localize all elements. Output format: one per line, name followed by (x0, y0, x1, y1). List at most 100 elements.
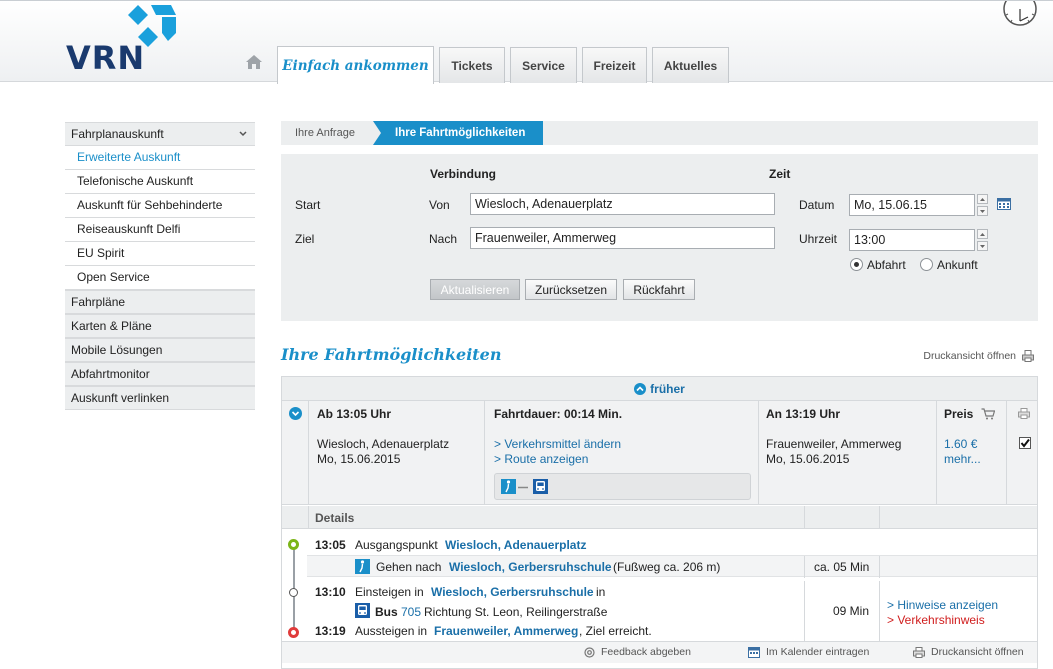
return-trip-button[interactable]: Rückfahrt (623, 279, 695, 300)
checkmark-icon (1020, 438, 1030, 448)
departure-stop: Wiesloch, Adenauerplatz (317, 437, 450, 451)
price-value[interactable]: 1.60 € (944, 437, 977, 451)
detail-text: Einsteigen in (355, 585, 424, 599)
time-up-icon[interactable] (977, 229, 988, 239)
breadcrumb-arrow (373, 121, 381, 145)
detail-row-start: 13:05 Ausgangspunkt Wiesloch, Adenauerpl… (282, 533, 1037, 555)
walk-stop-link[interactable]: Wiesloch, Gerbersruhschule (449, 560, 612, 574)
column-divider (758, 401, 759, 505)
sidebar-item-delfi[interactable]: Reiseauskunft Delfi (65, 218, 255, 242)
results-box: früher Ab 13:05 Uhr Wiesloch, Adenauerpl… (281, 376, 1038, 669)
sidebar-item-eu-spirit[interactable]: EU Spirit (65, 242, 255, 266)
sidebar-item-mobile[interactable]: Mobile Lösungen (65, 338, 255, 362)
chevron-down-icon[interactable] (289, 407, 302, 420)
select-checkbox[interactable] (1019, 437, 1031, 449)
column-divider (879, 556, 880, 578)
breadcrumb-step-anfrage[interactable]: Ihre Anfrage (281, 121, 373, 145)
print-icon[interactable] (1018, 408, 1030, 419)
tab-service[interactable]: Service (510, 47, 577, 83)
zeit-heading: Zeit (769, 167, 791, 181)
date-input[interactable] (849, 194, 975, 216)
sidebar-item-erweiterte-auskunft[interactable]: Erweiterte Auskunft (65, 146, 255, 170)
cart-icon[interactable] (981, 408, 995, 420)
at-icon (584, 646, 595, 658)
abfahrt-label: Abfahrt (867, 258, 906, 272)
show-route-link[interactable]: > Route anzeigen (494, 452, 588, 466)
connection-row[interactable]: Ab 13:05 Uhr Wiesloch, Adenauerplatz Mo,… (282, 401, 1037, 505)
tab-einfach-ankommen[interactable]: Einfach ankommen (277, 46, 434, 84)
time-down-icon[interactable] (977, 241, 988, 251)
from-input[interactable] (470, 193, 775, 215)
price-heading: Preis (944, 407, 974, 421)
abfahrt-radio[interactable] (850, 258, 863, 271)
detail-text: Ausgangspunkt (355, 538, 438, 552)
sidebar-item-sehbehinderte[interactable]: Auskunft für Sehbehinderte (65, 194, 255, 218)
detail-stop-link[interactable]: Wiesloch, Adenauerplatz (445, 538, 586, 552)
time-stepper[interactable] (977, 229, 988, 251)
reset-button[interactable]: Zurücksetzen (525, 279, 617, 300)
date-down-icon[interactable] (977, 206, 988, 216)
feedback-link[interactable]: Feedback abgeben (584, 646, 691, 658)
calendar-icon[interactable] (997, 198, 1011, 210)
results-title: Ihre Fahrtmöglichkeiten (281, 345, 502, 364)
print-view-link[interactable]: Druckansicht öffnen (923, 350, 1034, 362)
departure-date: Mo, 15.06.2015 (317, 452, 401, 466)
walk-info: (Fußweg ca. 206 m) (613, 560, 721, 574)
site-header: VRN Einfach ankommen Tickets Service Fre… (0, 0, 1053, 84)
walk-icon (501, 479, 516, 494)
detail-time: 13:05 (315, 538, 346, 552)
sidebar-item-telefonische-auskunft[interactable]: Telefonische Auskunft (65, 170, 255, 194)
column-divider (879, 506, 880, 529)
sidebar-item-open-service[interactable]: Open Service (65, 266, 255, 290)
arrow-right-icon (518, 486, 528, 489)
walk-text: Gehen nach (376, 560, 442, 574)
earlier-button[interactable]: früher (282, 377, 1037, 401)
vrn-logo[interactable]: VRN (66, 3, 178, 77)
tab-tickets[interactable]: Tickets (439, 47, 505, 83)
sidebar-item-karten[interactable]: Karten & Pläne (65, 314, 255, 338)
tab-freizeit[interactable]: Freizeit (582, 47, 647, 83)
calendar-link[interactable]: Im Kalender eintragen (748, 646, 869, 658)
bus-direction: Richtung St. Leon, Reilingerstraße (424, 605, 608, 619)
earlier-label: früher (650, 381, 685, 396)
nach-label: Nach (429, 232, 458, 246)
to-input[interactable] (470, 227, 775, 249)
breadcrumb: Ihre Anfrage Ihre Fahrtmöglichkeiten (281, 121, 1038, 145)
traffic-notice-link[interactable]: > Verkehrshinweis (887, 613, 985, 627)
sidebar-item-verlinken[interactable]: Auskunft verlinken (65, 386, 255, 410)
results-footer: Feedback abgeben Im Kalender eintragen D… (282, 641, 1037, 663)
time-input[interactable] (849, 229, 975, 251)
more-link[interactable]: mehr... (944, 452, 981, 466)
change-modes-link[interactable]: > Verkehrsmittel ändern (494, 437, 621, 451)
tab-aktuelles[interactable]: Aktuelles (652, 47, 729, 83)
sidebar-item-fahrplanauskunft[interactable]: Fahrplanauskunft (65, 122, 255, 146)
update-button[interactable]: Aktualisieren (430, 279, 520, 300)
column-divider (936, 401, 937, 505)
ankunft-label: Ankunft (937, 258, 978, 272)
date-stepper[interactable] (977, 194, 988, 216)
print-icon (1022, 350, 1034, 362)
alight-stop-link[interactable]: Frauenweiler, Ammerweg (434, 624, 578, 638)
bus-duration: 09 Min (833, 604, 870, 618)
hints-link[interactable]: > Hinweise anzeigen (887, 598, 998, 612)
column-divider (879, 581, 880, 641)
bus-line-link[interactable]: 705 (401, 605, 421, 619)
sidebar: Fahrplanauskunft Erweiterte Auskunft Tel… (65, 122, 255, 410)
date-up-icon[interactable] (977, 194, 988, 204)
datum-label: Datum (799, 198, 835, 212)
sidebar-item-fahrplaene[interactable]: Fahrpläne (65, 290, 255, 314)
calendar-label: Im Kalender eintragen (766, 646, 870, 658)
detail-text: , Ziel erreicht. (579, 624, 652, 638)
ankunft-radio[interactable] (920, 258, 933, 271)
calendar-icon (748, 646, 760, 658)
detail-time: 13:19 (315, 624, 346, 638)
sidebar-item-abfahrtmonitor[interactable]: Abfahrtmonitor (65, 362, 255, 386)
column-divider (484, 401, 485, 505)
print-view-footer-link[interactable]: Druckansicht öffnen (913, 646, 1024, 658)
von-label: Von (429, 198, 450, 212)
chevron-up-icon (634, 382, 647, 395)
board-stop-link[interactable]: Wiesloch, Gerbersruhschule (431, 585, 594, 599)
column-divider (804, 581, 805, 641)
print-view-label: Druckansicht öffnen (923, 350, 1016, 362)
home-icon[interactable] (246, 55, 262, 69)
